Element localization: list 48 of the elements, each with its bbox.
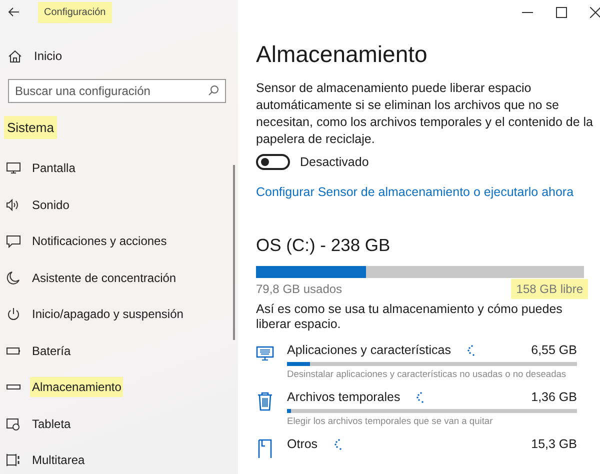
category-size: 1,36 GB — [531, 390, 577, 404]
loading-spinner-icon — [416, 392, 424, 402]
home-link[interactable]: Inicio — [32, 46, 64, 66]
loading-spinner-icon — [334, 438, 342, 450]
close-icon[interactable] — [590, 7, 600, 18]
message-icon — [6, 234, 21, 248]
loading-spinner-icon — [466, 344, 475, 356]
search-field[interactable]: Buscar una configuración — [8, 79, 226, 103]
category-size: 6,55 GB — [531, 343, 577, 357]
used-space-text: 79,8 GB usados — [256, 281, 342, 298]
search-icon — [208, 85, 219, 96]
intro-text: Así es como se usa tu almacenamiento y cómo puedes liberar espacio. — [256, 302, 564, 332]
sidebar-item[interactable]: Notificaciones y acciones — [30, 231, 169, 252]
sidebar-item[interactable]: Sonido — [30, 194, 72, 215]
sidebar-item[interactable]: Tableta — [30, 414, 73, 434]
home-icon — [8, 50, 22, 62]
speaker-icon — [6, 198, 21, 212]
display-icon — [6, 161, 21, 176]
drive-title: OS (C:) - 238 GB — [256, 235, 392, 256]
page-title: Almacenamiento — [256, 41, 428, 68]
category-name[interactable]: Aplicaciones y características — [287, 343, 451, 357]
trash-icon — [256, 391, 274, 411]
window-title: Configuración — [38, 2, 112, 22]
back-arrow-icon[interactable] — [8, 7, 20, 17]
sidebar-item[interactable]: Batería — [30, 340, 73, 361]
document-icon — [256, 438, 274, 458]
power-icon — [6, 307, 21, 322]
description-text: Sensor de almacenamiento puede liberar espacio automáticamente si se eliminan los archivos que no se necesitan, como los archivos temporales y el contenido de la papelera de reciclaje. — [256, 80, 594, 148]
maximize-icon[interactable] — [556, 7, 567, 18]
moon-icon — [6, 270, 21, 285]
sidebar-item[interactable]: Asistente de concentración — [30, 268, 178, 288]
multitask-icon — [6, 453, 21, 468]
sidebar-item[interactable]: Inicio/apagado y suspensión — [30, 304, 186, 324]
sidebar-item[interactable]: Almacenamiento — [30, 377, 124, 398]
category-hint: Desinstalar aplicaciones y características no usadas o no deseadas — [287, 369, 568, 379]
section-heading: Sistema — [4, 116, 57, 139]
category-size: 15,3 GB — [531, 437, 577, 451]
category-name[interactable]: Archivos temporales — [287, 390, 400, 404]
scrollbar[interactable] — [233, 165, 235, 340]
category-hint: Elegir los archivos temporales que se van a quitar — [287, 416, 494, 426]
sidebar-item[interactable]: Multitarea — [30, 450, 87, 470]
toggle-switch[interactable] — [256, 154, 290, 170]
category-name[interactable]: Otros — [287, 437, 318, 451]
free-space-text: 158 GB libre — [511, 279, 588, 299]
toggle-label: Desactivado — [300, 155, 369, 169]
storage-sense-link[interactable]: Configurar Sensor de almacenamiento o ejecutarlo ahora — [256, 185, 596, 199]
sidebar-item[interactable]: Pantalla — [30, 158, 78, 178]
tablet-icon — [6, 416, 21, 431]
